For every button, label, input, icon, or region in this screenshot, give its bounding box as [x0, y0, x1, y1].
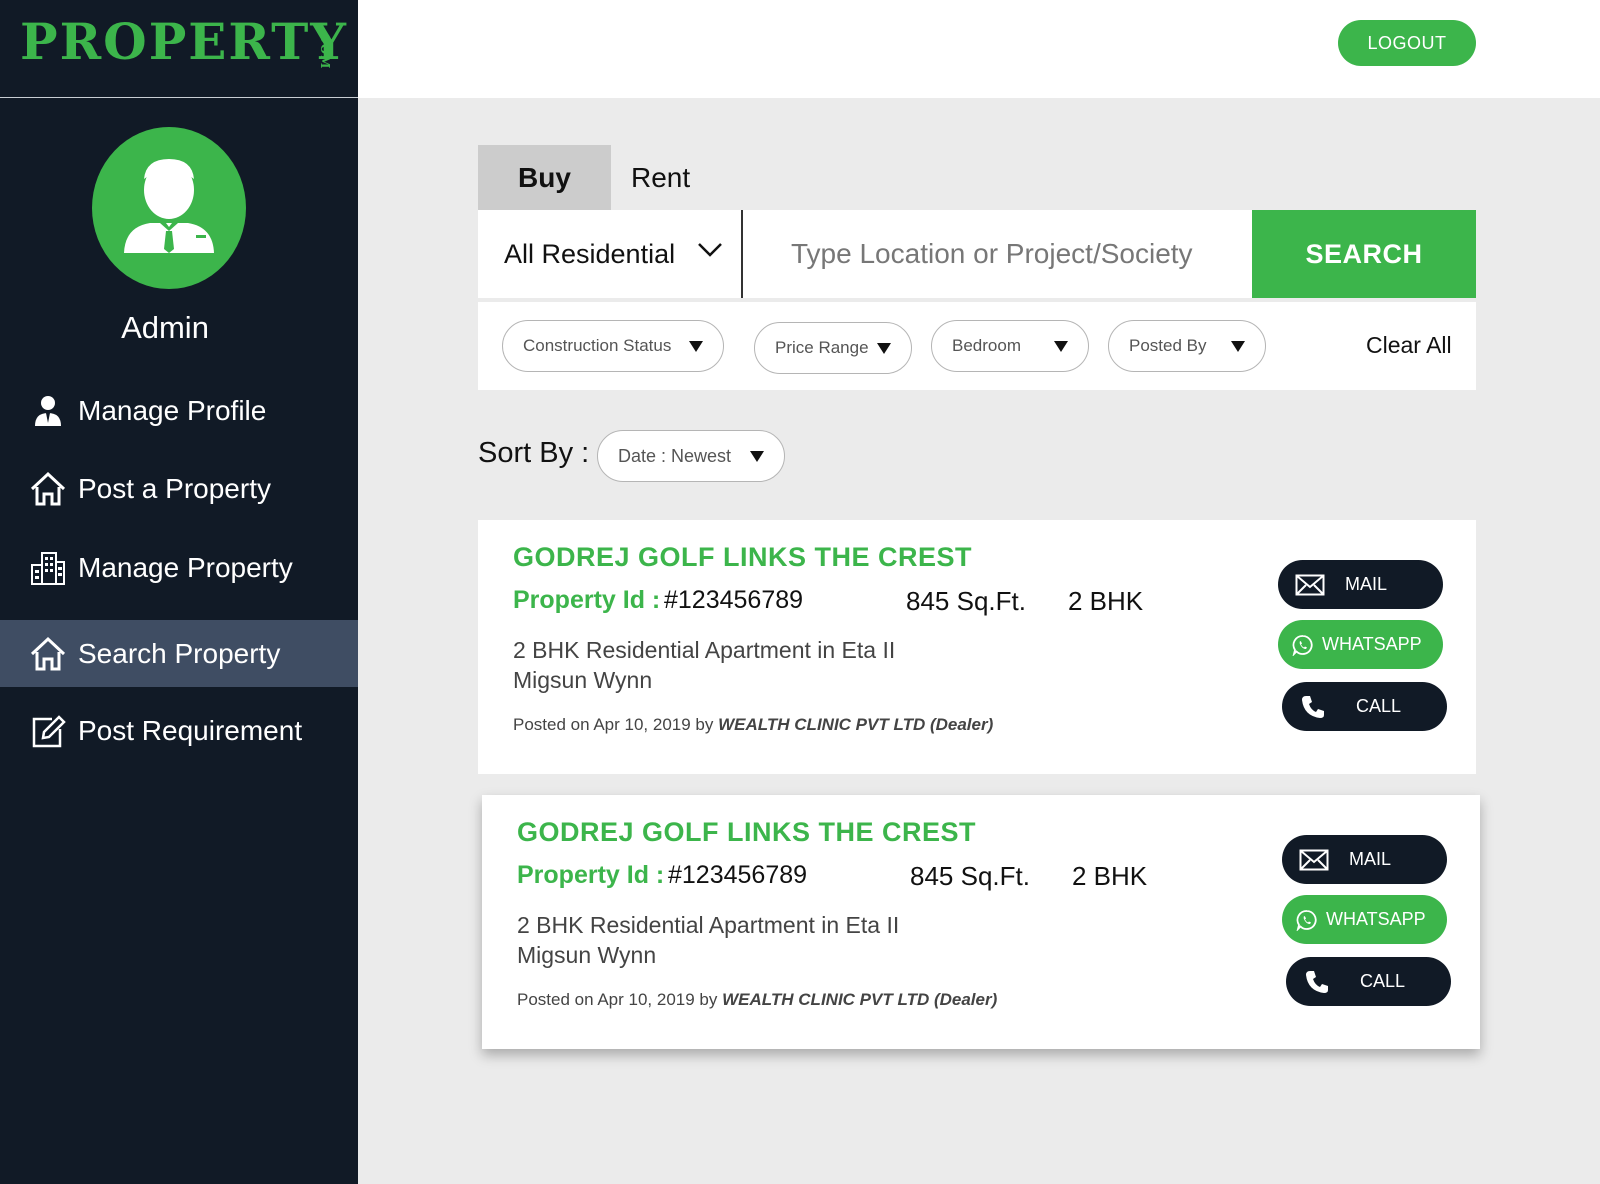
sidebar-item-label: Manage Profile — [78, 394, 267, 426]
logo-text: PROPERTY — [20, 12, 348, 71]
filter-construction-status[interactable]: Construction Status — [502, 320, 724, 372]
home-icon — [30, 636, 66, 672]
property-description: 2 BHK Residential Apartment in Eta II Mi… — [517, 910, 937, 970]
logout-button[interactable]: LOGOUT — [1338, 20, 1476, 66]
caret-down-icon — [1231, 341, 1245, 352]
phone-icon — [1306, 970, 1328, 993]
posted-by: WEALTH CLINIC PVT LTD (Dealer) — [718, 715, 994, 734]
mail-icon — [1295, 574, 1325, 595]
phone-icon — [1302, 695, 1324, 718]
sidebar-item-label: Post Requirement — [78, 714, 303, 746]
property-description: 2 BHK Residential Apartment in Eta II Mi… — [513, 635, 933, 695]
filter-bedroom[interactable]: Bedroom — [931, 320, 1089, 372]
buildings-icon — [30, 550, 66, 586]
search-button[interactable]: SEARCH — [1252, 210, 1476, 298]
tab-rent[interactable]: Rent — [611, 145, 711, 210]
user-icon — [30, 393, 66, 429]
property-id-value: #123456789 — [664, 586, 804, 614]
chevron-down-icon — [698, 243, 722, 257]
call-label: CALL — [1356, 696, 1402, 716]
filter-label: Posted By — [1129, 336, 1207, 355]
property-bhk: 2 BHK — [1068, 586, 1144, 616]
posted-by: WEALTH CLINIC PVT LTD (Dealer) — [722, 990, 998, 1009]
mail-button[interactable]: MAIL — [1278, 560, 1443, 609]
avatar — [92, 127, 246, 289]
home-icon — [30, 471, 66, 507]
filter-price-range[interactable]: Price Range — [754, 322, 912, 374]
description-line: 2 BHK Residential Apartment in Eta II — [517, 912, 900, 938]
listing-title[interactable]: GODREJ GOLF LINKS THE CREST — [513, 542, 972, 573]
location-search-input[interactable] — [745, 210, 1233, 298]
sidebar-item-manage-profile[interactable]: Manage Profile — [0, 377, 358, 444]
sidebar-item-label: Post a Property — [78, 472, 271, 504]
whatsapp-label: WHATSAPP — [1326, 909, 1426, 929]
property-id-label: Property Id : — [513, 586, 661, 614]
description-line: 2 BHK Residential Apartment in Eta II — [513, 637, 896, 663]
listing-card[interactable]: GODREJ GOLF LINKS THE CREST Property Id … — [478, 520, 1476, 774]
whatsapp-label: WHATSAPP — [1322, 634, 1422, 654]
user-name: Admin — [121, 310, 209, 345]
call-label: CALL — [1360, 971, 1406, 991]
mail-icon — [1299, 849, 1329, 870]
filter-bar: Construction Status Price Range Bedroom … — [478, 302, 1476, 390]
property-type-select[interactable]: All Residential — [478, 210, 743, 298]
caret-down-icon — [750, 451, 764, 462]
sidebar-item-label: Search Property — [78, 637, 281, 669]
property-id-label: Property Id : — [517, 861, 665, 889]
posted-info: Posted on Apr 10, 2019 by WEALTH CLINIC … — [517, 990, 997, 1010]
caret-down-icon — [877, 343, 891, 354]
property-type-value: All Residential — [504, 238, 676, 269]
filter-label: Construction Status — [523, 336, 672, 355]
logo-suffix: .COM — [318, 28, 332, 70]
whatsapp-icon — [1292, 634, 1313, 656]
logo[interactable]: PROPERTY .COM — [0, 0, 358, 98]
description-line: Migsun Wynn — [513, 667, 653, 693]
posted-date: Posted on Apr 10, 2019 by — [513, 715, 714, 734]
mail-button[interactable]: MAIL — [1282, 835, 1447, 884]
sidebar-item-manage-property[interactable]: Manage Property — [0, 534, 358, 601]
filter-posted-by[interactable]: Posted By — [1108, 320, 1266, 372]
property-area: 845 Sq.Ft. — [906, 586, 1026, 616]
description-line: Migsun Wynn — [517, 942, 657, 968]
call-button[interactable]: CALL — [1286, 957, 1451, 1006]
posted-info: Posted on Apr 10, 2019 by WEALTH CLINIC … — [513, 715, 993, 735]
sidebar-item-label: Manage Property — [78, 551, 293, 583]
sidebar-item-post-requirement[interactable]: Post Requirement — [0, 697, 358, 764]
sort-select[interactable]: Date : Newest — [597, 430, 785, 482]
property-area: 845 Sq.Ft. — [910, 861, 1030, 891]
posted-date: Posted on Apr 10, 2019 by — [517, 990, 718, 1009]
edit-icon — [30, 713, 66, 749]
property-bhk: 2 BHK — [1072, 861, 1148, 891]
mail-label: MAIL — [1349, 849, 1392, 869]
call-button[interactable]: CALL — [1282, 682, 1447, 731]
whatsapp-icon — [1296, 909, 1317, 931]
tab-buy[interactable]: Buy — [478, 145, 611, 210]
property-id-value: #123456789 — [668, 861, 808, 889]
sort-value: Date : Newest — [618, 445, 732, 466]
sidebar-item-search-property[interactable]: Search Property — [0, 620, 358, 687]
caret-down-icon — [1054, 341, 1068, 352]
clear-all-link[interactable]: Clear All — [1366, 332, 1452, 359]
user-avatar-icon — [124, 159, 214, 253]
listing-card[interactable]: GODREJ GOLF LINKS THE CREST Property Id … — [482, 795, 1480, 1049]
whatsapp-button[interactable]: WHATSAPP — [1282, 895, 1447, 944]
listing-title[interactable]: GODREJ GOLF LINKS THE CREST — [517, 817, 976, 848]
filter-label: Bedroom — [952, 336, 1021, 355]
mail-label: MAIL — [1345, 574, 1388, 594]
search-bar: All Residential SEARCH — [478, 210, 1476, 298]
filter-label: Price Range — [775, 338, 869, 357]
caret-down-icon — [689, 341, 703, 352]
sidebar-item-post-property[interactable]: Post a Property — [0, 455, 358, 522]
sort-label: Sort By : — [478, 437, 590, 469]
sidebar: PROPERTY .COM Admin Manage Profile Post … — [0, 0, 358, 1184]
whatsapp-button[interactable]: WHATSAPP — [1278, 620, 1443, 669]
